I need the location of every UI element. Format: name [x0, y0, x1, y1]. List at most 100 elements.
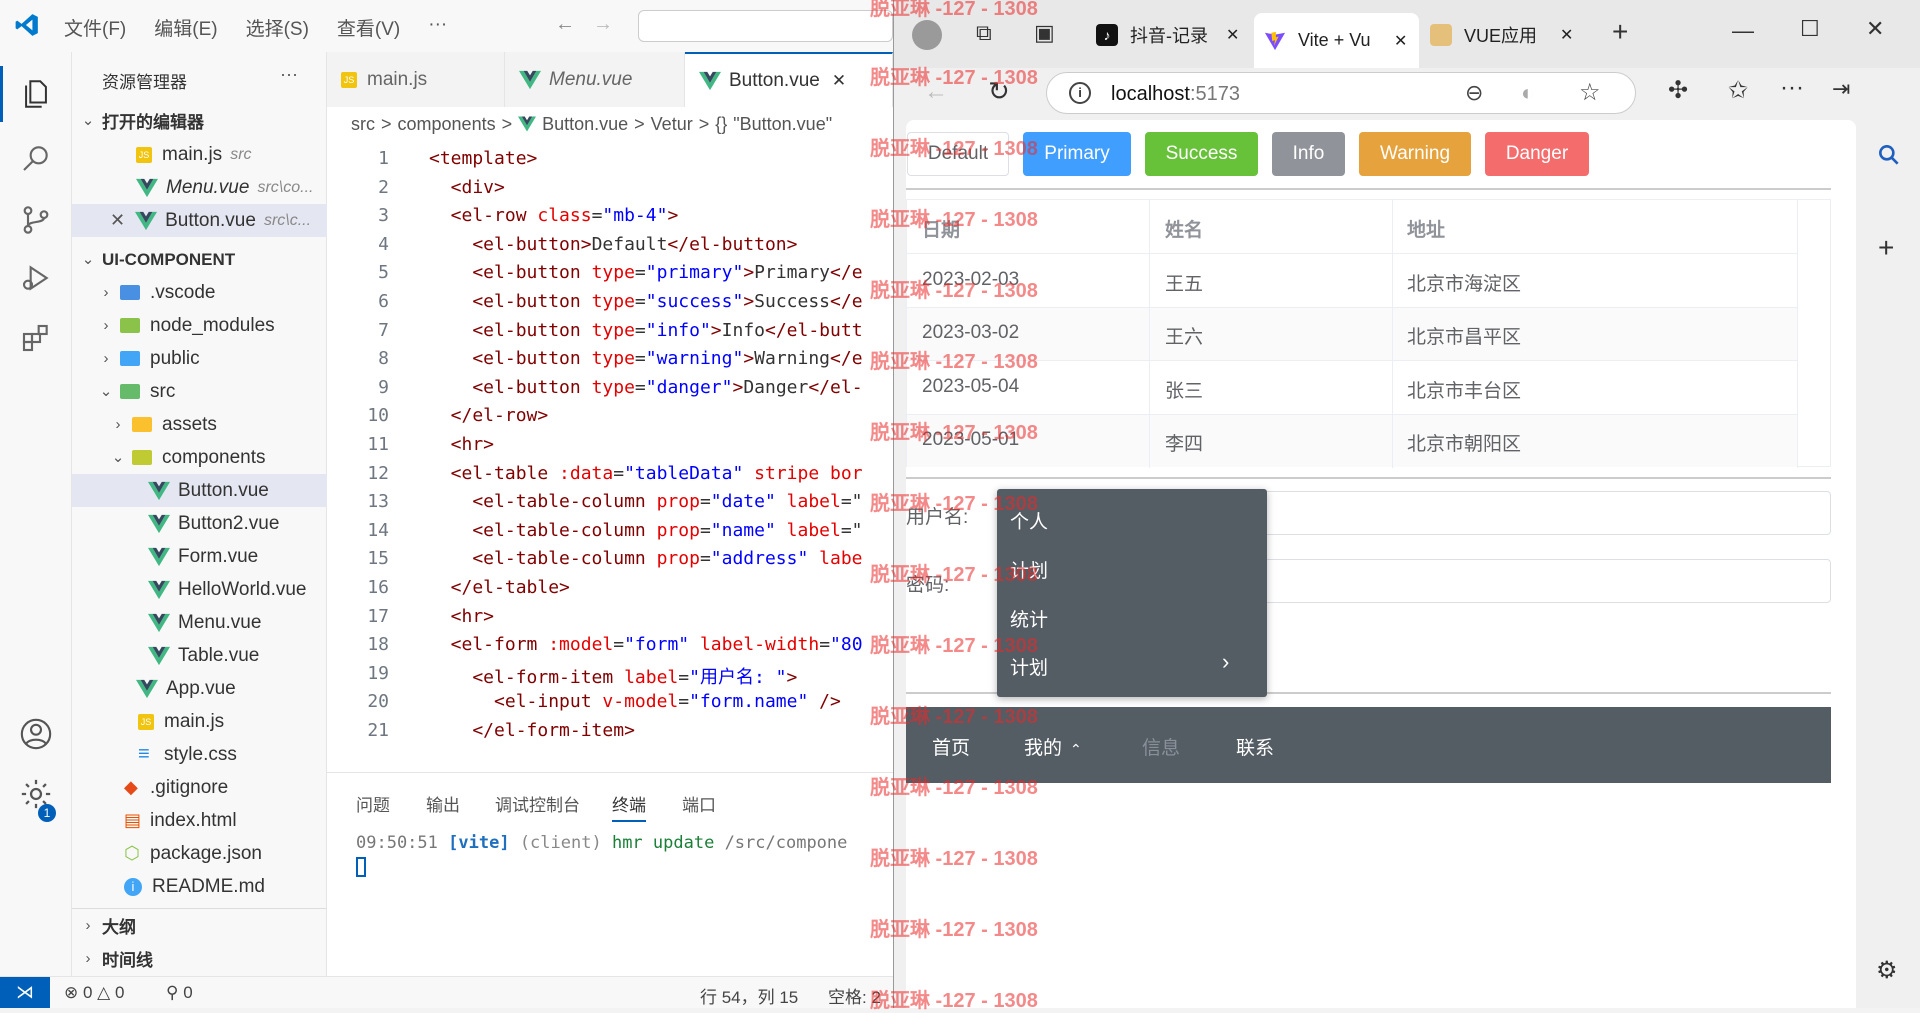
new-tab-button[interactable]: + — [1612, 16, 1628, 48]
success-button[interactable]: Success — [1145, 132, 1258, 176]
site-info-icon[interactable]: i — [1069, 82, 1091, 104]
tree-folder-src[interactable]: ⌄ src — [72, 375, 327, 408]
tab-main-js[interactable]: JS main.js — [327, 52, 505, 107]
panel-tab-output[interactable]: 输出 — [426, 791, 460, 816]
nav-forward-icon[interactable]: → — [593, 13, 613, 36]
tree-folder-components[interactable]: ⌄ components — [72, 441, 327, 474]
add-sidebar-app-icon[interactable]: + — [1878, 232, 1894, 264]
tree-folder-assets[interactable]: › assets — [72, 408, 327, 441]
warning-button[interactable]: Warning — [1359, 132, 1471, 176]
close-window-button[interactable]: ✕ — [1866, 16, 1884, 42]
workspaces-icon[interactable]: ⧉ — [976, 20, 992, 46]
nav-contact[interactable]: 联系 — [1236, 733, 1274, 760]
favorites-icon[interactable]: ✩ — [1728, 76, 1748, 105]
explorer-more-button[interactable]: ··· — [280, 64, 298, 85]
status-indentation[interactable]: 空格: 2 — [828, 983, 881, 1008]
tree-file-package-json[interactable]: ⬡ package.json — [72, 837, 327, 870]
breadcrumb-src[interactable]: src — [351, 114, 375, 135]
tree-file-style-css[interactable]: ≡ style.css — [72, 738, 327, 771]
browser-tab-vite[interactable]: Vite + Vu ✕ — [1254, 13, 1419, 68]
tab-actions-icon[interactable]: ▣ — [1034, 20, 1055, 46]
nav-home[interactable]: 首页 — [932, 733, 970, 760]
nav-back-icon[interactable]: ← — [555, 13, 575, 36]
tab-button-vue[interactable]: Button.vue ✕ — [685, 52, 893, 107]
close-tab-icon[interactable]: ✕ — [1226, 25, 1239, 45]
edge-icon[interactable]: ◐ — [1521, 80, 1534, 106]
breadcrumb-vetur[interactable]: Vetur — [651, 114, 693, 135]
tab-menu-vue[interactable]: Menu.vue — [505, 52, 685, 107]
tree-file-button2-vue[interactable]: Button2.vue — [72, 507, 327, 540]
tree-folder-node-modules[interactable]: › node_modules — [72, 309, 327, 342]
timeline-header[interactable]: › 时间线 — [72, 942, 327, 975]
panel-tab-terminal[interactable]: 终端 — [612, 791, 646, 822]
terminal-cursor[interactable] — [356, 857, 366, 877]
tree-file-helloworld-vue[interactable]: HelloWorld.vue — [72, 573, 327, 606]
submenu-item-stats[interactable]: 统计 — [1010, 605, 1048, 632]
search-icon[interactable] — [1876, 142, 1902, 168]
breadcrumb-symbol[interactable]: "Button.vue" — [733, 114, 832, 135]
open-editor-main-js[interactable]: JS main.js src — [72, 138, 327, 171]
remote-icon[interactable]: ⋊ — [0, 977, 50, 1008]
tree-file-readme[interactable]: i README.md — [72, 870, 327, 903]
explorer-icon[interactable] — [16, 74, 56, 114]
menu-file[interactable]: 文件(F) — [64, 14, 126, 41]
extensions-icon[interactable] — [16, 318, 56, 358]
tree-file-menu-vue[interactable]: Menu.vue — [72, 606, 327, 639]
address-bar[interactable]: i localhost:5173 ⊖ ◐ ☆ — [1046, 72, 1636, 114]
breadcrumb-file[interactable]: Button.vue — [542, 114, 628, 135]
open-editor-menu-vue[interactable]: Menu.vue src\co... — [72, 171, 327, 204]
project-header[interactable]: ⌄ UI-COMPONENT — [72, 243, 327, 276]
info-button[interactable]: Info — [1272, 132, 1345, 176]
menu-edit[interactable]: 编辑(E) — [154, 14, 217, 41]
status-cursor-position[interactable]: 行 54，列 15 — [700, 983, 798, 1008]
zoom-icon[interactable]: ⊖ — [1465, 80, 1483, 106]
tree-file-button-vue[interactable]: Button.vue — [72, 474, 327, 507]
default-button[interactable]: Default — [907, 132, 1009, 176]
extensions-icon[interactable]: ✣ — [1668, 76, 1688, 105]
menu-selection[interactable]: 选择(S) — [246, 14, 309, 41]
refresh-icon[interactable]: ↻ — [988, 76, 1010, 107]
favorite-star-icon[interactable]: ☆ — [1579, 78, 1601, 107]
settings-more-icon[interactable]: ··· — [1780, 74, 1804, 102]
sidebar-settings-icon[interactable]: ⚙ — [1876, 956, 1898, 985]
sidebar-toggle-icon[interactable]: ⇥ — [1832, 76, 1850, 102]
minimize-button[interactable]: — — [1732, 18, 1754, 44]
panel-tab-ports[interactable]: 端口 — [682, 791, 716, 816]
tree-file-main-js[interactable]: JS main.js — [72, 705, 327, 738]
open-editor-button-vue[interactable]: ✕ Button.vue src\c... — [72, 204, 327, 237]
close-tab-icon[interactable]: ✕ — [832, 71, 846, 91]
outline-header[interactable]: › 大纲 — [72, 909, 327, 942]
code-editor[interactable]: 1 2 3 4 5 6 7 8 9 10 11 12 13 14 15 16 17 18 19 20 21 <templa… — [327, 140, 893, 770]
submenu-item-plan[interactable]: 计划 — [1010, 556, 1048, 583]
tree-file-table-vue[interactable]: Table.vue — [72, 639, 327, 672]
tree-file-form-vue[interactable]: Form.vue — [72, 540, 327, 573]
browser-tab-vue-app[interactable]: VUE应用 ✕ — [1424, 13, 1584, 57]
primary-button[interactable]: Primary — [1023, 132, 1131, 176]
search-icon[interactable] — [16, 138, 56, 178]
status-problems[interactable]: ⊗ 0 △ 0 — [64, 983, 124, 1003]
submenu-item-plan-more[interactable]: 计划 — [1010, 653, 1048, 680]
tree-folder-public[interactable]: › public — [72, 342, 327, 375]
run-debug-icon[interactable] — [16, 258, 56, 298]
menu-more[interactable]: ··· — [428, 14, 447, 41]
maximize-button[interactable]: ☐ — [1800, 16, 1820, 42]
close-tab-icon[interactable]: ✕ — [1560, 25, 1573, 45]
close-tab-icon[interactable]: ✕ — [1394, 31, 1407, 51]
status-ports[interactable]: ⚲ 0 — [166, 983, 193, 1003]
close-icon[interactable]: ✕ — [110, 210, 125, 231]
account-icon[interactable] — [16, 714, 56, 754]
tree-file-gitignore[interactable]: ◆ .gitignore — [72, 771, 327, 804]
danger-button[interactable]: Danger — [1485, 132, 1589, 176]
source-control-icon[interactable] — [16, 200, 56, 240]
tree-folder-vscode[interactable]: › .vscode — [72, 276, 327, 309]
breadcrumb-components[interactable]: components — [398, 114, 496, 135]
back-icon[interactable]: ← — [924, 78, 948, 106]
tree-file-index-html[interactable]: ▤ index.html — [72, 804, 327, 837]
profile-avatar[interactable] — [912, 20, 942, 50]
submenu-item-personal[interactable]: 个人 — [1010, 507, 1048, 534]
open-editors-header[interactable]: ⌄ 打开的编辑器 — [72, 104, 327, 137]
panel-tab-problems[interactable]: 问题 — [356, 791, 390, 816]
nav-mine[interactable]: 我的 ⌃ — [1024, 733, 1082, 760]
menu-view[interactable]: 查看(V) — [337, 14, 400, 41]
browser-tab-douyin[interactable]: ♪ 抖音-记录 ✕ — [1090, 13, 1250, 57]
